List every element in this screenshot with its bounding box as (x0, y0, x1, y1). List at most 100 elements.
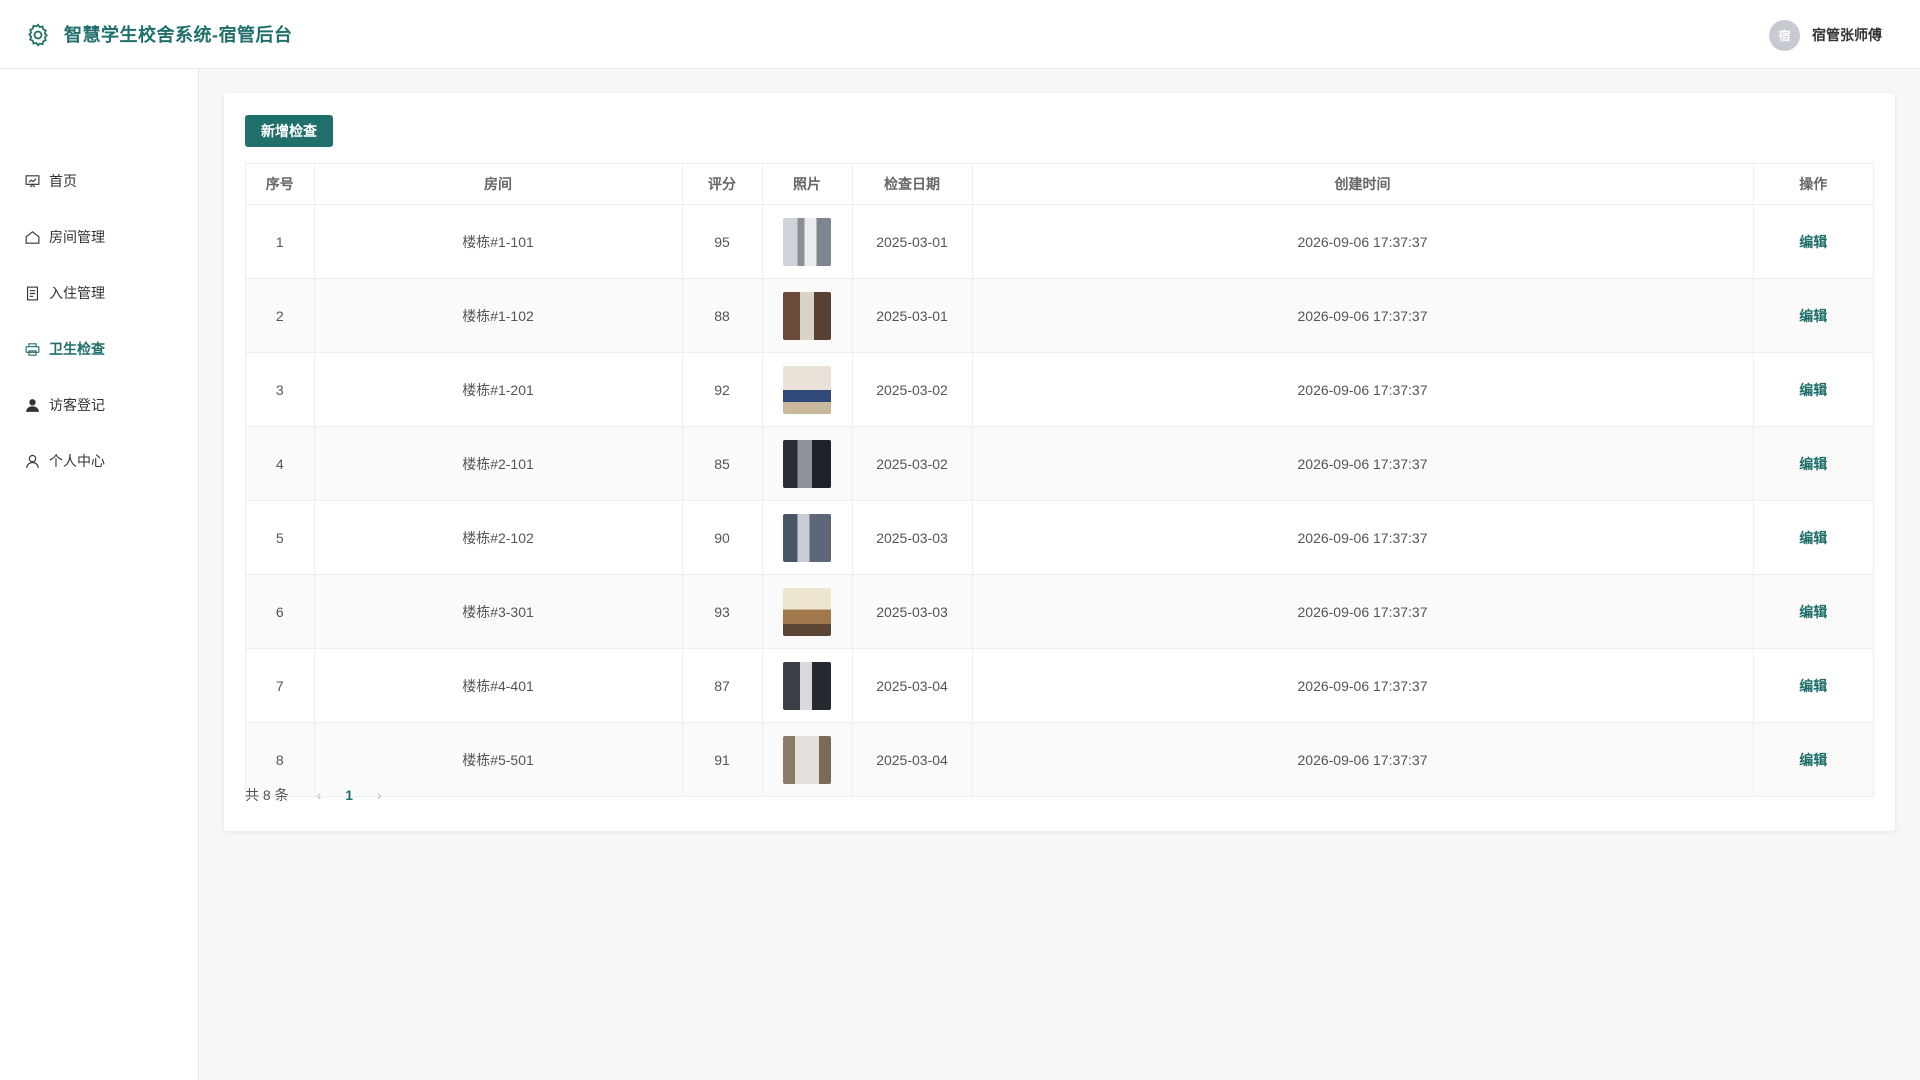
table-row: 4 楼栋#2-101 85 2025-03-02 2026-09-06 17:3… (246, 426, 1873, 501)
table-row: 6 楼栋#3-301 93 2025-03-03 2026-09-06 17:3… (246, 574, 1873, 649)
cell-room: 楼栋#3-301 (314, 574, 683, 649)
cell-created: 2026-09-06 17:37:37 (972, 574, 1754, 649)
edit-link[interactable]: 编辑 (1799, 456, 1827, 472)
cell-created: 2026-09-06 17:37:37 (972, 204, 1754, 279)
cell-room: 楼栋#1-201 (314, 352, 683, 427)
column-header-date[interactable]: 检查日期 (852, 164, 973, 205)
document-icon (26, 286, 39, 300)
cell-created: 2026-09-06 17:37:37 (972, 648, 1754, 723)
cell-index: 7 (246, 648, 315, 723)
top-header: 智慧学生校舍系统-宿管后台 宿 宿管张师傅 (0, 0, 1920, 69)
sidebar: 首页 房间管理 入住管理 卫生检查 访客登记 个人中心 (0, 69, 199, 1080)
table-row: 7 楼栋#4-401 87 2025-03-04 2026-09-06 17:3… (246, 648, 1873, 723)
room-photo[interactable] (783, 291, 831, 340)
cell-index: 2 (246, 278, 315, 353)
edit-link[interactable]: 编辑 (1799, 604, 1827, 620)
table-row: 1 楼栋#1-101 95 2025-03-01 2026-09-06 17:3… (246, 204, 1873, 279)
cell-index: 6 (246, 574, 315, 649)
prev-page-button[interactable]: ‹ (317, 787, 322, 803)
house-icon (25, 230, 40, 244)
cell-room: 楼栋#1-102 (314, 278, 683, 353)
room-photo[interactable] (783, 513, 831, 562)
sidebar-item-hygiene[interactable]: 卫生检查 (24, 337, 105, 361)
column-header-score[interactable]: 评分 (682, 164, 763, 205)
total-count: 共 8 条 (245, 787, 289, 803)
table-row: 8 楼栋#5-501 91 2025-03-04 2026-09-06 17:3… (246, 722, 1873, 796)
cell-created: 2026-09-06 17:37:37 (972, 278, 1754, 353)
cell-date: 2025-03-03 (852, 574, 973, 649)
user-menu[interactable]: 宿 宿管张师傅 (1769, 19, 1882, 51)
cell-score: 95 (682, 204, 763, 279)
user-filled-icon (26, 398, 39, 412)
user-outline-icon (26, 454, 39, 468)
cell-index: 4 (246, 426, 315, 501)
column-header-photo[interactable]: 照片 (762, 164, 853, 205)
column-header-room[interactable]: 房间 (314, 164, 683, 205)
cell-room: 楼栋#1-101 (314, 204, 683, 279)
sidebar-item-label: 个人中心 (49, 453, 105, 469)
room-photo[interactable] (783, 439, 831, 488)
cell-date: 2025-03-04 (852, 648, 973, 723)
cell-date: 2025-03-01 (852, 204, 973, 279)
cell-date: 2025-03-02 (852, 426, 973, 501)
edit-link[interactable]: 编辑 (1799, 530, 1827, 546)
room-photo[interactable] (783, 735, 831, 784)
sidebar-item-rooms[interactable]: 房间管理 (24, 225, 105, 249)
sidebar-item-label: 入住管理 (49, 285, 105, 301)
sidebar-item-label: 房间管理 (49, 229, 105, 245)
cell-created: 2026-09-06 17:37:37 (972, 352, 1754, 427)
edit-link[interactable]: 编辑 (1799, 678, 1827, 694)
cell-score: 93 (682, 574, 763, 649)
cell-index: 5 (246, 500, 315, 575)
column-header-action[interactable]: 操作 (1753, 164, 1873, 205)
column-header-created[interactable]: 创建时间 (972, 164, 1754, 205)
cell-date: 2025-03-03 (852, 500, 973, 575)
table-row: 5 楼栋#2-102 90 2025-03-03 2026-09-06 17:3… (246, 500, 1873, 575)
cell-date: 2025-03-02 (852, 352, 973, 427)
gear-icon (28, 23, 48, 47)
table-header-row: 序号 房间 评分 照片 检查日期 创建时间 操作 (246, 164, 1873, 205)
cell-room: 楼栋#2-101 (314, 426, 683, 501)
sidebar-item-home[interactable]: 首页 (24, 169, 77, 193)
home-chart-icon (25, 174, 40, 188)
cell-score: 88 (682, 278, 763, 353)
room-photo[interactable] (783, 217, 831, 266)
sidebar-item-checkin[interactable]: 入住管理 (24, 281, 105, 305)
cell-score: 87 (682, 648, 763, 723)
app-title: 智慧学生校舍系统-宿管后台 (64, 25, 293, 45)
cell-created: 2026-09-06 17:37:37 (972, 426, 1754, 501)
add-inspection-button[interactable]: 新增检查 (245, 115, 333, 147)
content-card: 新增检查 序号 房间 评分 照片 检查日期 创建时间 操作 1 楼栋#1-101… (224, 93, 1895, 831)
page-number-current[interactable]: 1 (345, 787, 353, 803)
sidebar-item-label: 首页 (49, 173, 77, 189)
edit-link[interactable]: 编辑 (1799, 308, 1827, 324)
cell-index: 3 (246, 352, 315, 427)
sidebar-item-profile[interactable]: 个人中心 (24, 449, 105, 473)
sidebar-item-visitors[interactable]: 访客登记 (24, 393, 105, 417)
cell-date: 2025-03-04 (852, 722, 973, 796)
edit-link[interactable]: 编辑 (1799, 752, 1827, 768)
room-photo[interactable] (783, 587, 831, 636)
edit-link[interactable]: 编辑 (1799, 382, 1827, 398)
column-header-index[interactable]: 序号 (246, 164, 315, 205)
next-page-button[interactable]: › (377, 787, 382, 803)
sidebar-item-label: 访客登记 (49, 397, 105, 413)
avatar[interactable]: 宿 (1769, 19, 1800, 51)
cell-index: 1 (246, 204, 315, 279)
sidebar-item-label: 卫生检查 (49, 341, 105, 357)
inspection-table: 序号 房间 评分 照片 检查日期 创建时间 操作 1 楼栋#1-101 95 2… (245, 163, 1874, 797)
table-row: 3 楼栋#1-201 92 2025-03-02 2026-09-06 17:3… (246, 352, 1873, 427)
cell-created: 2026-09-06 17:37:37 (972, 500, 1754, 575)
room-photo[interactable] (783, 365, 831, 414)
table-row: 2 楼栋#1-102 88 2025-03-01 2026-09-06 17:3… (246, 278, 1873, 353)
cell-score: 90 (682, 500, 763, 575)
cell-room: 楼栋#2-102 (314, 500, 683, 575)
pagination: 共 8 条 ‹ 1 › (245, 785, 382, 805)
user-name[interactable]: 宿管张师傅 (1812, 25, 1882, 45)
printer-icon (25, 342, 40, 356)
room-photo[interactable] (783, 661, 831, 710)
edit-link[interactable]: 编辑 (1799, 234, 1827, 250)
cell-score: 92 (682, 352, 763, 427)
cell-date: 2025-03-01 (852, 278, 973, 353)
cell-score: 85 (682, 426, 763, 501)
